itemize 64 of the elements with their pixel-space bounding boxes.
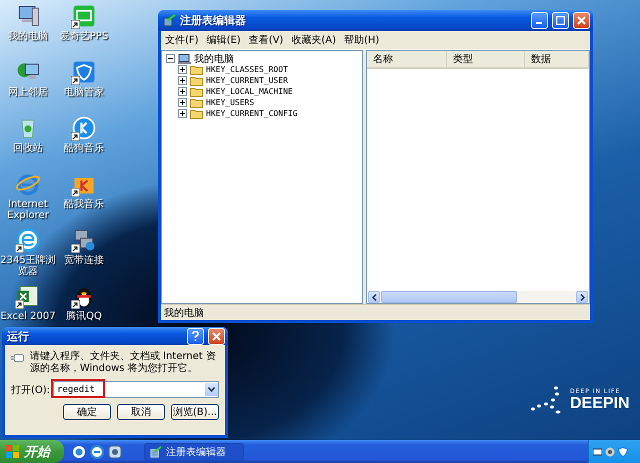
desktop-icon-label[interactable]: Excel 2007 (0, 311, 56, 322)
scrollbar-thumb[interactable] (381, 291, 517, 303)
tree-expander-icon[interactable] (178, 76, 187, 85)
dialog-description: 请键入程序、文件夹、文档或 Internet 资源的名称，Windows 将为您打开它。 (30, 351, 217, 375)
tree-expander-icon[interactable] (178, 109, 187, 118)
spreadsheet-icon[interactable] (15, 283, 41, 309)
tree-item[interactable]: HKEY_CLASSES_ROOT (206, 65, 288, 74)
close-icon[interactable] (212, 332, 221, 340)
tv-icon[interactable] (71, 3, 97, 29)
menu-item[interactable]: 帮助(H) (344, 33, 380, 47)
dialog-button[interactable]: 浏览(B)... (171, 404, 219, 420)
folder-icon (190, 76, 203, 86)
dialog-button[interactable]: 取消 (117, 404, 165, 420)
maximize-button[interactable] (552, 12, 569, 29)
media-icon[interactable] (108, 444, 122, 458)
desktop-icon-label[interactable]: 2345王牌浏览器 (0, 255, 56, 277)
menu-item[interactable]: 编辑(E) (206, 33, 241, 47)
folder-icon (190, 64, 203, 74)
command-input-field[interactable]: regedit (53, 381, 219, 398)
dialog-button[interactable]: 确定 (63, 404, 111, 420)
minimize-button[interactable] (531, 12, 548, 29)
taskbar-button[interactable]: 注册表编辑器 (144, 442, 244, 460)
desktop-icon-label[interactable]: 宽带连接 (64, 255, 104, 266)
help-button[interactable] (187, 328, 204, 344)
computer-icon (178, 54, 191, 64)
logo-wordmark: DEEPIN (570, 394, 630, 412)
maximize-icon[interactable] (556, 16, 565, 25)
status-bar: 我的电脑 (161, 304, 590, 320)
shield-icon[interactable] (618, 446, 628, 456)
tree-item[interactable]: HKEY_LOCAL_MACHINE (206, 87, 293, 96)
shield-icon[interactable] (71, 59, 97, 85)
column-header[interactable]: 类型 (447, 51, 525, 67)
desktop-icon-label[interactable]: 酷我音乐 (64, 199, 104, 210)
menu-item[interactable]: 文件(F) (165, 33, 199, 47)
folder-icon (190, 98, 203, 108)
menu-item[interactable]: 查看(V) (248, 33, 284, 47)
folder-icon (190, 108, 203, 118)
menu-item[interactable]: 收藏夹(A) (291, 33, 336, 47)
column-header[interactable]: 名称 (367, 51, 447, 67)
tree-expander-icon[interactable] (166, 54, 175, 63)
column-header[interactable]: 数据 (525, 51, 589, 67)
dialog-title: 运行 (7, 328, 30, 344)
registry-icon[interactable] (150, 446, 162, 458)
close-icon[interactable] (577, 16, 586, 25)
keyboard-icon[interactable] (593, 447, 602, 456)
tree-item[interactable]: HKEY_CURRENT_USER (206, 76, 288, 85)
tree-expander-icon[interactable] (178, 65, 187, 74)
open-label: 打开(O): (11, 384, 50, 396)
desktop-icon-label[interactable]: 腾讯QQ (66, 311, 102, 322)
scroll-right-button[interactable] (576, 291, 588, 303)
help-icon[interactable] (192, 331, 199, 341)
tree-item[interactable]: 我的电脑 (194, 52, 234, 66)
tree-item[interactable]: HKEY_CURRENT_CONFIG (206, 109, 298, 118)
folder-icon (190, 86, 203, 96)
scroll-left-button[interactable] (368, 291, 380, 303)
tree-expander-icon[interactable] (178, 87, 187, 96)
speaker-icon[interactable] (605, 446, 615, 456)
window-title: 注册表编辑器 (180, 13, 247, 28)
start-button[interactable]: 开始 (0, 440, 64, 463)
tree-item[interactable]: HKEY_USERS (206, 98, 254, 107)
tree-expander-icon[interactable] (178, 98, 187, 107)
close-button[interactable] (573, 12, 590, 29)
close-button[interactable] (208, 328, 225, 344)
registry-icon (163, 14, 176, 27)
